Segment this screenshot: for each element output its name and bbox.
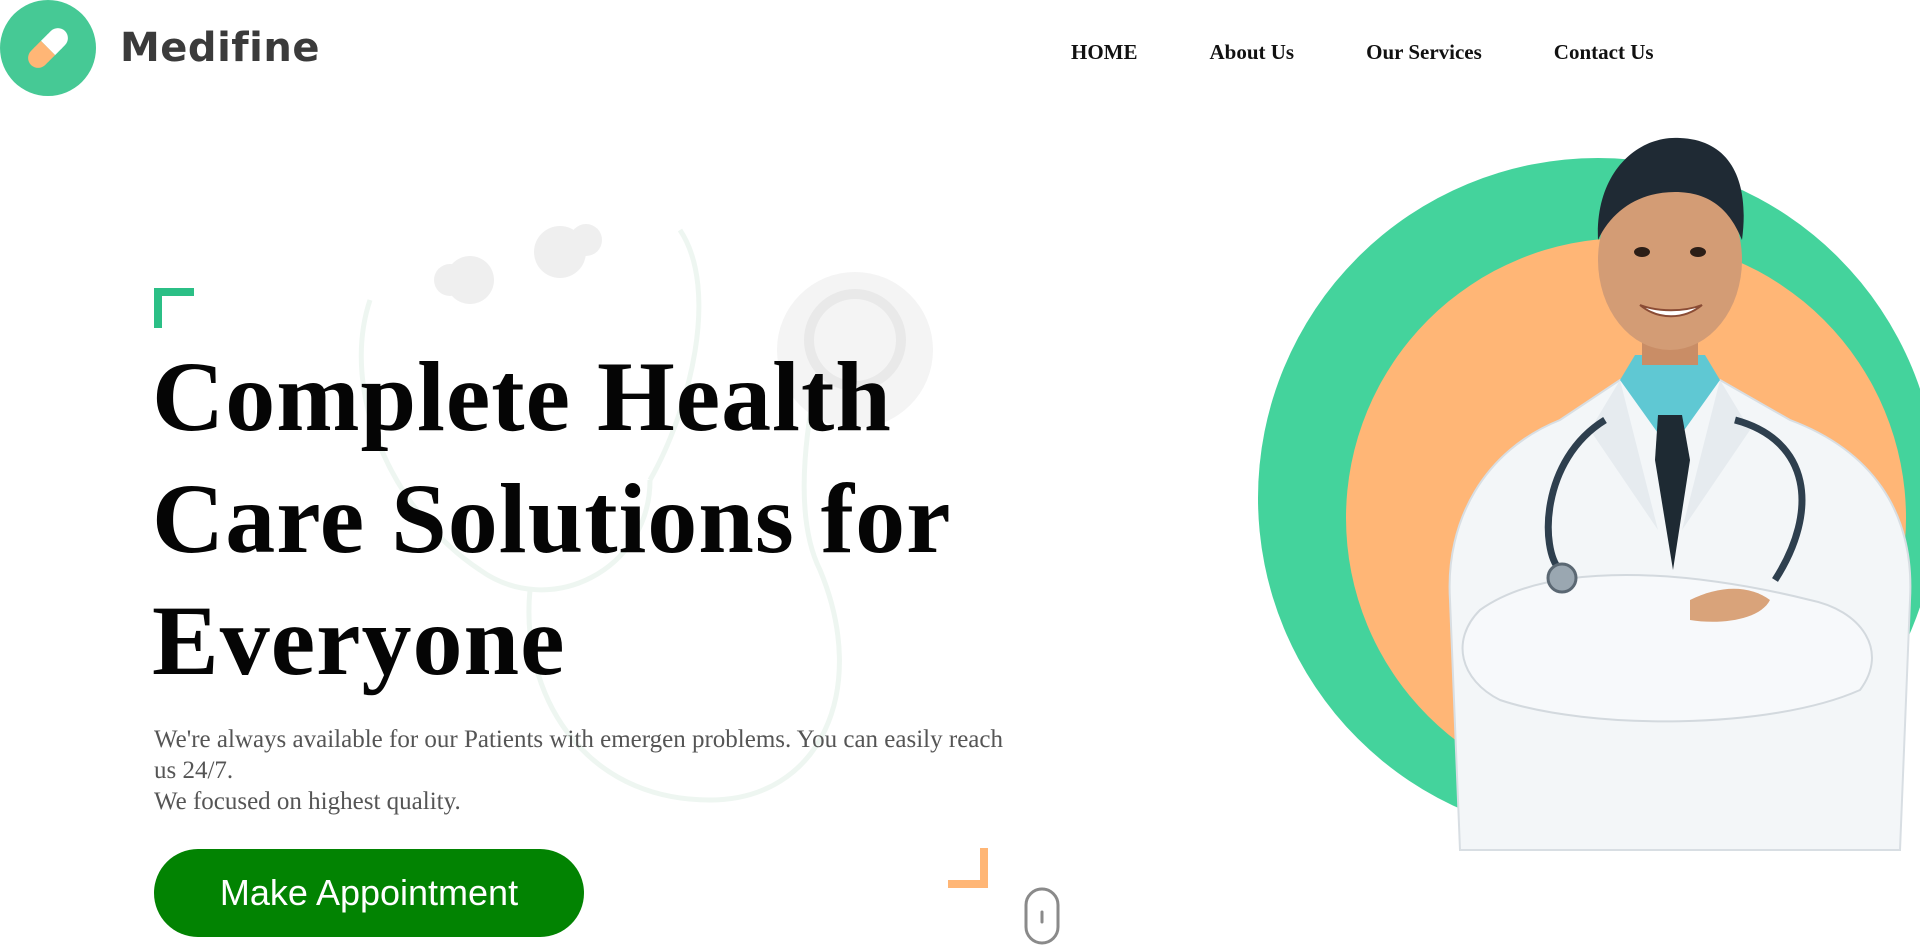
nav-home-link[interactable]: HOME — [1071, 40, 1138, 65]
site-logo[interactable]: Medifine — [0, 0, 320, 96]
mouse-scroll-icon[interactable] — [1022, 886, 1062, 946]
main-nav: HOME About Us Our Services Contact Us — [1071, 40, 1654, 65]
doctor-image — [1448, 137, 1912, 851]
hero-description-line-1: We're always available for our Patients … — [154, 726, 1003, 784]
corner-accent-top-left — [154, 288, 194, 328]
logo-text: Medifine — [120, 25, 320, 71]
nav-about-link[interactable]: About Us — [1210, 40, 1295, 65]
nav-contact-link[interactable]: Contact Us — [1554, 40, 1654, 65]
corner-accent-bottom-right — [948, 848, 988, 888]
hero-title: Complete Health Care Solutions for Every… — [152, 341, 950, 696]
landing-page: Medifine HOME About Us Our Services Cont… — [0, 0, 1920, 949]
pill-icon — [0, 0, 96, 96]
make-appointment-button[interactable]: Make Appointment — [154, 849, 584, 937]
hero-description: We're always available for our Patients … — [154, 724, 1024, 817]
hero-description-line-2: We focused on highest quality. — [154, 788, 461, 815]
nav-services-link[interactable]: Our Services — [1366, 40, 1482, 65]
